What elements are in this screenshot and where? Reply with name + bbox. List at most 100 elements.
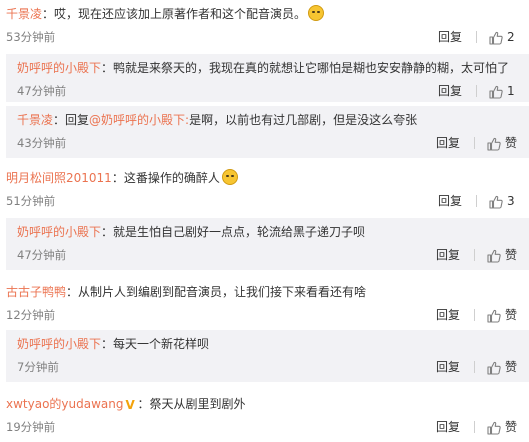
comment-item: 古古子鸭鸭：从制片人到编剧到配音演员，让我们接下来看看还有啥 12分钟前 回复 赞 xyxy=(0,282,529,326)
comment-actions: 回复 2 xyxy=(438,26,517,48)
reply-button[interactable]: 回复 xyxy=(436,304,460,326)
colon-separator: ： xyxy=(66,285,79,299)
username-link[interactable]: 奶呼呼的小殿下 xyxy=(17,337,101,351)
reply-button[interactable]: 回复 xyxy=(436,356,460,378)
comment-item: 千景凌：哎，现在还应该加上原著作者和这个配音演员。 53分钟前 回复 2 xyxy=(0,4,529,48)
vip-badge-icon: V xyxy=(125,398,135,412)
colon-separator: ： xyxy=(42,7,55,21)
comment-meta: 7分钟前 回复 赞 xyxy=(17,356,523,378)
like-count: 2 xyxy=(507,30,515,44)
like-count: 赞 xyxy=(504,360,517,374)
thumbs-up-icon xyxy=(487,248,501,263)
like-count: 1 xyxy=(507,84,515,98)
thumbs-up-icon xyxy=(489,84,503,99)
colon-separator: ： xyxy=(53,113,66,127)
username-link[interactable]: 奶呼呼的小殿下 xyxy=(17,225,101,239)
comment-content: 鸭就是来祭天的，我现在真的就想让它哪怕是糊也安安静静的糊，太可怕了 xyxy=(113,61,510,75)
comment-actions: 回复 赞 xyxy=(436,132,517,154)
action-divider xyxy=(473,361,475,373)
mention-link[interactable]: @奶呼呼的小殿下: xyxy=(89,113,189,127)
like-button[interactable]: 赞 xyxy=(487,356,517,378)
comment-meta: 51分钟前 回复 3 xyxy=(6,190,523,212)
username-link[interactable]: 古古子鸭鸭 xyxy=(6,285,66,299)
action-divider xyxy=(473,421,475,433)
comment-actions: 回复 3 xyxy=(438,190,517,212)
reply-button[interactable]: 回复 xyxy=(438,190,462,212)
timestamp: 19分钟前 xyxy=(6,420,56,434)
like-button[interactable]: 赞 xyxy=(487,244,517,266)
action-divider xyxy=(476,85,477,97)
username-link[interactable]: 千景凌 xyxy=(6,7,42,21)
timestamp: 51分钟前 xyxy=(6,194,56,208)
comment-text-line: 奶呼呼的小殿下：每天一个新花样呗 xyxy=(17,334,523,356)
like-count: 3 xyxy=(507,194,515,208)
comment-text-line: 千景凌：回复@奶呼呼的小殿下:是啊，以前也有过几部剧，但是没这么夸张 xyxy=(17,110,523,132)
like-count: 赞 xyxy=(504,248,517,262)
timestamp: 47分钟前 xyxy=(17,248,67,262)
username-link[interactable]: 千景凌 xyxy=(17,113,53,127)
like-count: 赞 xyxy=(504,420,517,434)
username-link[interactable]: 明月松间照201011 xyxy=(6,171,112,185)
like-button[interactable]: 3 xyxy=(489,190,517,212)
reply-button[interactable]: 回复 xyxy=(438,26,462,48)
comment-actions: 回复 赞 xyxy=(436,244,517,266)
reply-button[interactable]: 回复 xyxy=(436,416,460,438)
thumbs-up-icon xyxy=(489,194,503,209)
timestamp: 47分钟前 xyxy=(17,84,67,98)
comment-content: 从制片人到编剧到配音演员，让我们接下来看看还有啥 xyxy=(78,285,367,299)
comment-meta: 19分钟前 回复 赞 xyxy=(6,416,523,438)
comment-text-line: 千景凌：哎，现在还应该加上原著作者和这个配音演员。 xyxy=(6,4,523,26)
reply-button[interactable]: 回复 xyxy=(438,80,462,102)
comment-text-line: xwtyao的yudawang V ：祭天从剧里到剧外 xyxy=(6,394,523,416)
action-divider xyxy=(473,249,475,261)
like-button[interactable]: 2 xyxy=(489,26,517,48)
comment-text-line: 古古子鸭鸭：从制片人到编剧到配音演员，让我们接下来看看还有啥 xyxy=(6,282,523,304)
comment-actions: 回复 1 xyxy=(438,80,517,102)
comment-meta: 47分钟前 回复 赞 xyxy=(17,244,523,266)
reply-item: 千景凌：回复@奶呼呼的小殿下:是啊，以前也有过几部剧，但是没这么夸张 43分钟前回… xyxy=(0,106,529,160)
colon-separator: ： xyxy=(101,337,114,351)
thumbs-up-icon xyxy=(487,308,501,323)
reply-prefix: 回复 xyxy=(65,113,90,127)
action-divider xyxy=(476,31,477,43)
like-button[interactable]: 1 xyxy=(489,80,517,102)
comment-content: 这番操作的确醉人 xyxy=(123,171,220,185)
thumbs-up-icon xyxy=(487,360,501,375)
comment-actions: 回复 赞 xyxy=(436,304,517,326)
comment-content: 祭天从剧里到剧外 xyxy=(149,397,246,411)
like-count: 赞 xyxy=(504,136,517,150)
reply-item: 奶呼呼的小殿下：每天一个新花样呗 7分钟前 回复 赞 xyxy=(0,330,529,384)
action-divider xyxy=(473,137,475,149)
colon-separator: ： xyxy=(101,61,114,75)
reply-item: 奶呼呼的小殿下：就是生怕自己剧好一点点，轮流给黑子递刀子呗 47分钟前 回复 赞 xyxy=(0,218,529,272)
reply-item: 奶呼呼的小殿下：鸭就是来祭天的，我现在真的就想让它哪怕是糊也安安静静的糊，太可怕… xyxy=(0,54,529,104)
like-button[interactable]: 赞 xyxy=(487,304,517,326)
laugh-cry-emoji-icon xyxy=(308,5,325,21)
thumbs-up-icon xyxy=(487,420,501,435)
like-button[interactable]: 赞 xyxy=(487,132,517,154)
like-count: 赞 xyxy=(504,308,517,322)
comment-item: 明月松间照201011：这番操作的确醉人 51分钟前 回复 3 xyxy=(0,168,529,212)
laugh-cry-emoji-icon xyxy=(221,169,238,185)
thumbs-up-icon xyxy=(489,30,503,45)
timestamp: 12分钟前 xyxy=(6,308,56,322)
comment-actions: 回复 赞 xyxy=(436,416,517,438)
reply-button[interactable]: 回复 xyxy=(436,244,460,266)
timestamp: 7分钟前 xyxy=(17,360,59,374)
reply-button[interactable]: 回复 xyxy=(436,132,460,154)
colon-separator: ： xyxy=(101,225,114,239)
username-link[interactable]: 奶呼呼的小殿下 xyxy=(17,61,101,75)
comment-content: 就是生怕自己剧好一点点，轮流给黑子递刀子呗 xyxy=(113,225,366,239)
comment-item: xwtyao的yudawang V ：祭天从剧里到剧外 19分钟前 回复 赞 xyxy=(0,394,529,438)
action-divider xyxy=(473,309,475,321)
like-button[interactable]: 赞 xyxy=(487,416,517,438)
colon-separator: ： xyxy=(137,397,150,411)
comment-content: 哎，现在还应该加上原著作者和这个配音演员。 xyxy=(54,7,307,21)
comment-meta: 43分钟前 回复 赞 xyxy=(17,132,523,154)
comment-meta: 12分钟前 回复 赞 xyxy=(6,304,523,326)
comment-content: 是啊，以前也有过几部剧，但是没这么夸张 xyxy=(189,113,418,127)
timestamp: 53分钟前 xyxy=(6,30,56,44)
username-link[interactable]: xwtyao的yudawang xyxy=(6,397,124,411)
timestamp: 43分钟前 xyxy=(17,136,67,150)
comment-actions: 回复 赞 xyxy=(436,356,517,378)
